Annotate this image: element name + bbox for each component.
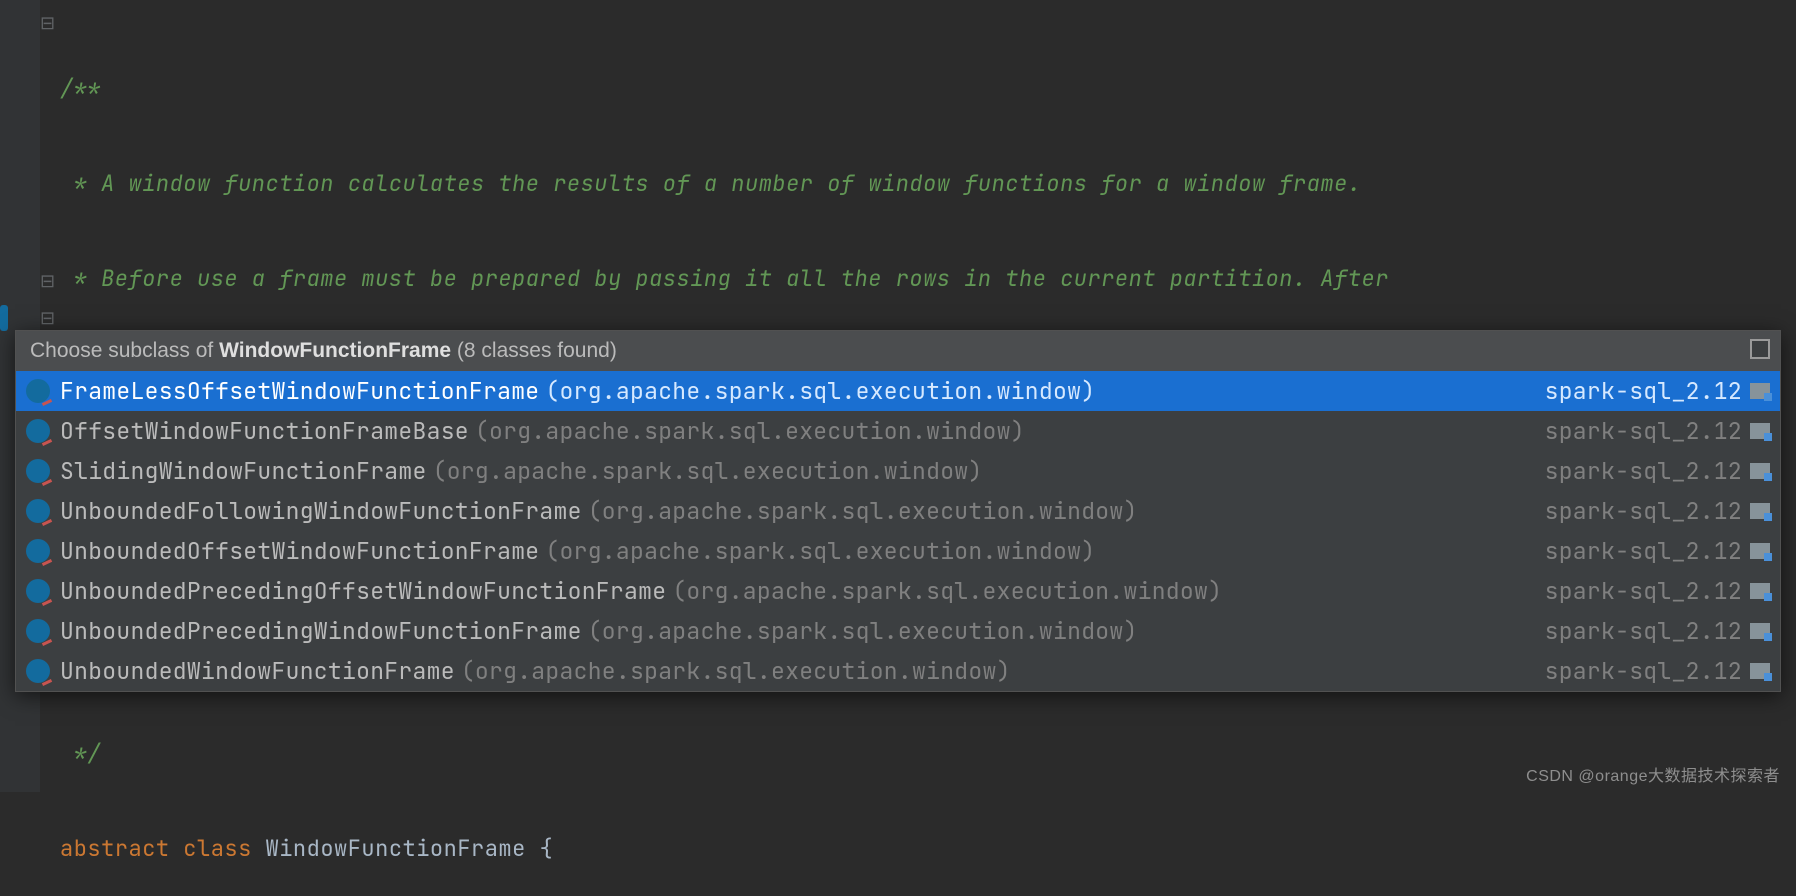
watermark-text: CSDN @orange大数据技术探索者 [1526, 762, 1780, 786]
subclass-list-item[interactable]: UnboundedFollowingWindowFunctionFrame(or… [16, 491, 1780, 531]
package-label: (org.apache.spark.sql.execution.window) [588, 496, 1138, 526]
class-icon [26, 579, 50, 603]
doc-comment-line: * Before use a frame must be prepared by… [60, 260, 1792, 297]
location-label: spark-sql_2.12 [1545, 616, 1742, 646]
package-label: (org.apache.spark.sql.execution.window) [433, 456, 983, 486]
class-icon [26, 379, 50, 403]
subclass-list-item[interactable]: UnboundedOffsetWindowFunctionFrame(org.a… [16, 531, 1780, 571]
location-label: spark-sql_2.12 [1545, 496, 1742, 526]
class-icon [26, 619, 50, 643]
location-label: spark-sql_2.12 [1545, 656, 1742, 686]
location-label: spark-sql_2.12 [1545, 416, 1742, 446]
subclass-list-item[interactable]: UnboundedWindowFunctionFrame(org.apache.… [16, 651, 1780, 691]
class-name-label: UnboundedPrecedingWindowFunctionFrame [60, 616, 582, 646]
class-name-label: UnboundedOffsetWindowFunctionFrame [60, 536, 539, 566]
class-icon [26, 659, 50, 683]
popup-title-prefix: Choose subclass of [30, 339, 219, 362]
class-name: WindowFunctionFrame [266, 834, 526, 863]
location-label: spark-sql_2.12 [1545, 376, 1742, 406]
class-icon [26, 419, 50, 443]
keyword-abstract-class: abstract class [60, 834, 266, 863]
library-folder-icon [1750, 503, 1770, 519]
fold-toggle-icon[interactable]: ⊟ [40, 307, 55, 330]
package-label: (org.apache.spark.sql.execution.window) [588, 616, 1138, 646]
class-declaration: abstract class WindowFunctionFrame { [60, 830, 1792, 867]
library-folder-icon [1750, 623, 1770, 639]
subclass-list-item[interactable]: UnboundedPrecedingOffsetWindowFunctionFr… [16, 571, 1780, 611]
library-folder-icon [1750, 423, 1770, 439]
package-label: (org.apache.spark.sql.execution.window) [672, 576, 1222, 606]
package-label: (org.apache.spark.sql.execution.window) [545, 536, 1095, 566]
library-folder-icon [1750, 583, 1770, 599]
open-brace: { [526, 834, 553, 863]
subclass-list-item[interactable]: OffsetWindowFunctionFrameBase(org.apache… [16, 411, 1780, 451]
gutter-marker-icon[interactable] [0, 305, 8, 331]
class-icon [26, 459, 50, 483]
location-label: spark-sql_2.12 [1545, 456, 1742, 486]
class-name-label: OffsetWindowFunctionFrameBase [60, 416, 469, 446]
fold-toggle-icon[interactable]: ⊟ [40, 12, 55, 35]
class-name-label: UnboundedFollowingWindowFunctionFrame [60, 496, 582, 526]
class-name-label: UnboundedPrecedingOffsetWindowFunctionFr… [60, 576, 666, 606]
subclass-list-item[interactable]: UnboundedPrecedingWindowFunctionFrame(or… [16, 611, 1780, 651]
library-folder-icon [1750, 543, 1770, 559]
doc-comment-line: /** [60, 70, 1792, 107]
class-icon [26, 539, 50, 563]
subclass-list-item[interactable]: FrameLessOffsetWindowFunctionFrame(org.a… [16, 371, 1780, 411]
subclass-chooser-popup: Choose subclass of WindowFunctionFrame (… [15, 330, 1781, 692]
popup-title-classname: WindowFunctionFrame [219, 339, 451, 362]
location-label: spark-sql_2.12 [1545, 536, 1742, 566]
detach-window-icon[interactable] [1750, 339, 1770, 359]
package-label: (org.apache.spark.sql.execution.window) [545, 376, 1095, 406]
library-folder-icon [1750, 383, 1770, 399]
class-name-label: FrameLessOffsetWindowFunctionFrame [60, 376, 539, 406]
doc-comment-line: * A window function calculates the resul… [60, 165, 1792, 202]
package-label: (org.apache.spark.sql.execution.window) [461, 656, 1011, 686]
library-folder-icon [1750, 663, 1770, 679]
fold-end-icon[interactable]: ⊟ [40, 270, 55, 293]
class-icon [26, 499, 50, 523]
popup-title-bar: Choose subclass of WindowFunctionFrame (… [16, 331, 1780, 371]
library-folder-icon [1750, 463, 1770, 479]
location-label: spark-sql_2.12 [1545, 576, 1742, 606]
class-name-label: UnboundedWindowFunctionFrame [60, 656, 455, 686]
class-name-label: SlidingWindowFunctionFrame [60, 456, 427, 486]
subclass-list-item[interactable]: SlidingWindowFunctionFrame(org.apache.sp… [16, 451, 1780, 491]
package-label: (org.apache.spark.sql.execution.window) [475, 416, 1025, 446]
popup-title-count: (8 classes found) [451, 339, 617, 362]
subclass-list[interactable]: FrameLessOffsetWindowFunctionFrame(org.a… [16, 371, 1780, 691]
